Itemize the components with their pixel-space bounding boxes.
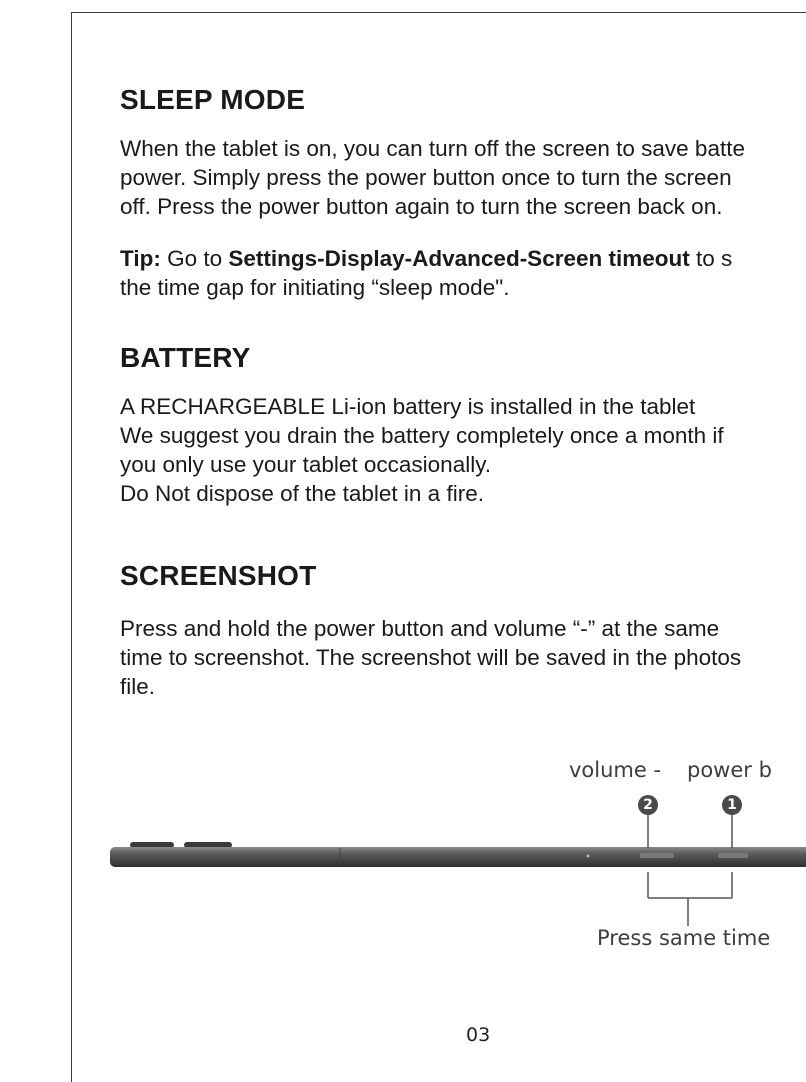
page-number: 03 <box>466 1024 491 1046</box>
tablet-body <box>110 847 806 867</box>
press-same-time-caption: Press same time <box>597 926 771 950</box>
power-button <box>718 853 748 858</box>
button-diagram: volume - power b 2 1 Press same time <box>0 0 806 1070</box>
volume-button <box>640 853 674 858</box>
tablet-side-illustration <box>110 815 806 926</box>
